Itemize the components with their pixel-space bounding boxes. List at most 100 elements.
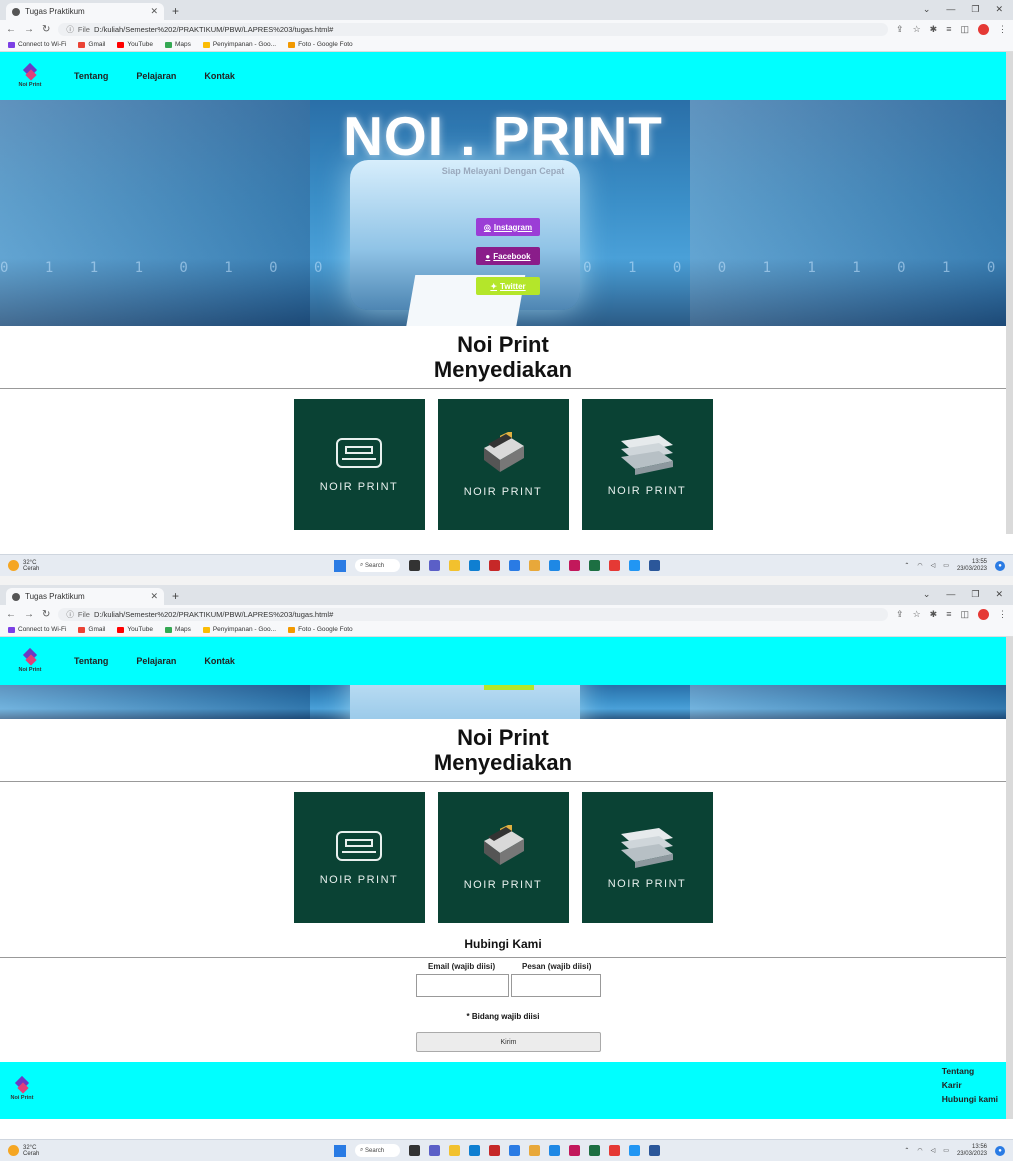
footer-logo[interactable]: Noi Print — [6, 1075, 38, 1101]
tab-search-icon[interactable]: ⌄ — [923, 589, 931, 600]
back-icon[interactable]: ← — [6, 24, 16, 35]
footer-link-tentang[interactable]: Tentang — [942, 1066, 998, 1076]
restore-icon[interactable]: ❐ — [971, 589, 979, 600]
nav-link-kontak[interactable]: Kontak — [204, 656, 235, 666]
tab-search-icon[interactable]: ⌄ — [923, 4, 931, 15]
email-field[interactable] — [416, 974, 509, 997]
bookmark-wifi[interactable]: Connect to Wi-Fi — [8, 41, 66, 48]
bookmark-gmail[interactable]: Gmail — [78, 41, 105, 48]
notification-badge[interactable]: ● — [995, 560, 1005, 571]
word-icon[interactable] — [649, 560, 660, 571]
chrome-active-icon[interactable] — [609, 560, 620, 571]
taskbar-search[interactable]: ⌕ Search — [355, 559, 400, 572]
hero-bg-panel-left — [0, 685, 310, 719]
star-icon[interactable]: ☆ — [913, 24, 921, 35]
service-card-2[interactable]: NOIR PRINT — [437, 792, 569, 923]
bookmark-drive[interactable]: Penyimpanan - Goo... — [202, 626, 276, 633]
store-icon[interactable] — [469, 560, 480, 571]
weather-widget[interactable]: 32°C Cerah — [8, 560, 39, 572]
footer-link-karir[interactable]: Karir — [942, 1080, 998, 1090]
info-icon[interactable]: ⓘ — [66, 24, 74, 35]
edge-icon[interactable] — [509, 560, 520, 571]
service-card-1[interactable]: NOIR PRINT — [293, 399, 425, 530]
chrome-icon[interactable] — [549, 560, 560, 571]
task-view-icon[interactable] — [409, 560, 420, 571]
reload-icon[interactable]: ↻ — [42, 609, 50, 620]
forward-icon[interactable]: → — [24, 609, 34, 620]
instagram-button[interactable]: ◎ Instagram — [476, 218, 540, 236]
message-field[interactable] — [511, 974, 601, 997]
battery-icon[interactable]: ▭ — [943, 562, 949, 569]
extensions-icon[interactable]: ✱ — [930, 24, 938, 35]
reload-icon[interactable]: ↻ — [42, 24, 50, 35]
clock[interactable]: 13:55 23/03/2023 — [957, 559, 987, 573]
side-panel-icon[interactable]: ◫ — [960, 24, 969, 35]
nav-link-tentang[interactable]: Tentang — [74, 71, 108, 81]
service-card-1[interactable]: NOIR PRINT — [293, 792, 425, 923]
bookmark-maps[interactable]: Maps — [164, 41, 191, 48]
back-icon[interactable]: ← — [6, 609, 16, 620]
bookmark-gmail[interactable]: Gmail — [78, 626, 105, 633]
nav-link-tentang[interactable]: Tentang — [74, 656, 108, 666]
minimize-icon[interactable]: — — [946, 589, 955, 600]
profile-avatar[interactable] — [978, 608, 989, 620]
bookmark-drive[interactable]: Penyimpanan - Goo... — [202, 41, 276, 48]
bookmark-youtube[interactable]: YouTube — [117, 626, 153, 633]
browser-tab[interactable]: Tugas Praktikum ✕ — [6, 588, 164, 605]
file-explorer-icon[interactable] — [449, 560, 460, 571]
new-tab-button[interactable]: + — [164, 4, 187, 20]
share-icon[interactable]: ⇪ — [896, 609, 904, 620]
service-card-3[interactable]: NOIR PRINT — [581, 399, 713, 530]
vscode-icon[interactable] — [629, 560, 640, 571]
side-panel-icon[interactable]: ◫ — [960, 609, 969, 620]
site-logo[interactable]: Noi Print — [14, 647, 46, 673]
twitter-button[interactable]: ✦ Twitter — [476, 277, 540, 295]
service-card-2[interactable]: NOIR PRINT — [437, 399, 569, 530]
bookmark-maps[interactable]: Maps — [164, 626, 191, 633]
app-icon-red[interactable] — [489, 560, 500, 571]
webpage-viewport[interactable]: Noi Print Tentang Pelajaran Kontak Noi P… — [0, 637, 1013, 1119]
bookmark-photos[interactable]: Foto - Google Foto — [288, 626, 353, 633]
nav-link-kontak[interactable]: Kontak — [204, 71, 235, 81]
nav-link-pelajaran[interactable]: Pelajaran — [136, 656, 176, 666]
footer-link-hubungi[interactable]: Hubungi kami — [942, 1094, 998, 1104]
new-tab-button[interactable]: + — [164, 589, 187, 605]
reading-list-icon[interactable]: ≡ — [946, 609, 951, 619]
menu-icon[interactable]: ⋮ — [998, 24, 1007, 35]
excel-icon[interactable] — [589, 560, 600, 571]
share-icon[interactable]: ⇪ — [896, 24, 904, 35]
windows-start-icon[interactable] — [334, 559, 346, 572]
close-window-icon[interactable]: ✕ — [995, 4, 1003, 15]
close-tab-icon[interactable]: ✕ — [150, 6, 158, 17]
star-icon[interactable]: ☆ — [913, 609, 921, 620]
site-logo[interactable]: Noi Print — [14, 62, 46, 88]
service-card-3[interactable]: NOIR PRINT — [581, 792, 713, 923]
chrome-canary-icon[interactable] — [529, 560, 540, 571]
webpage-viewport[interactable]: Noi Print Tentang Pelajaran Kontak 0 1 1… — [0, 52, 1013, 534]
close-tab-icon[interactable]: ✕ — [150, 591, 158, 602]
bookmark-wifi[interactable]: Connect to Wi-Fi — [8, 626, 66, 633]
extensions-icon[interactable]: ✱ — [930, 609, 938, 620]
forward-icon[interactable]: → — [24, 24, 34, 35]
close-window-icon[interactable]: ✕ — [995, 589, 1003, 600]
nav-link-pelajaran[interactable]: Pelajaran — [136, 71, 176, 81]
minimize-icon[interactable]: — — [946, 4, 955, 15]
bookmark-youtube[interactable]: YouTube — [117, 41, 153, 48]
twitter-button-partial[interactable] — [484, 685, 534, 690]
reading-list-icon[interactable]: ≡ — [946, 24, 951, 34]
submit-button[interactable]: Kirim — [416, 1032, 601, 1052]
chat-icon[interactable] — [429, 560, 440, 571]
browser-tab[interactable]: Tugas Praktikum ✕ — [6, 3, 164, 20]
volume-icon[interactable]: ◁ — [931, 562, 936, 569]
url-field[interactable]: ⓘ File D:/kuliah/Semester%202/PRAKTIKUM/… — [58, 22, 889, 36]
access-icon[interactable] — [569, 560, 580, 571]
profile-avatar[interactable] — [978, 23, 989, 35]
bookmark-photos[interactable]: Foto - Google Foto — [288, 41, 353, 48]
menu-icon[interactable]: ⋮ — [998, 609, 1007, 620]
url-field[interactable]: ⓘ File D:/kuliah/Semester%202/PRAKTIKUM/… — [58, 607, 889, 621]
facebook-button[interactable]: ● Facebook — [476, 247, 540, 265]
info-icon[interactable]: ⓘ — [66, 609, 74, 620]
wifi-icon[interactable]: ◠ — [917, 562, 922, 569]
restore-icon[interactable]: ❐ — [971, 4, 979, 15]
chevron-up-icon[interactable]: ⌃ — [904, 562, 909, 569]
